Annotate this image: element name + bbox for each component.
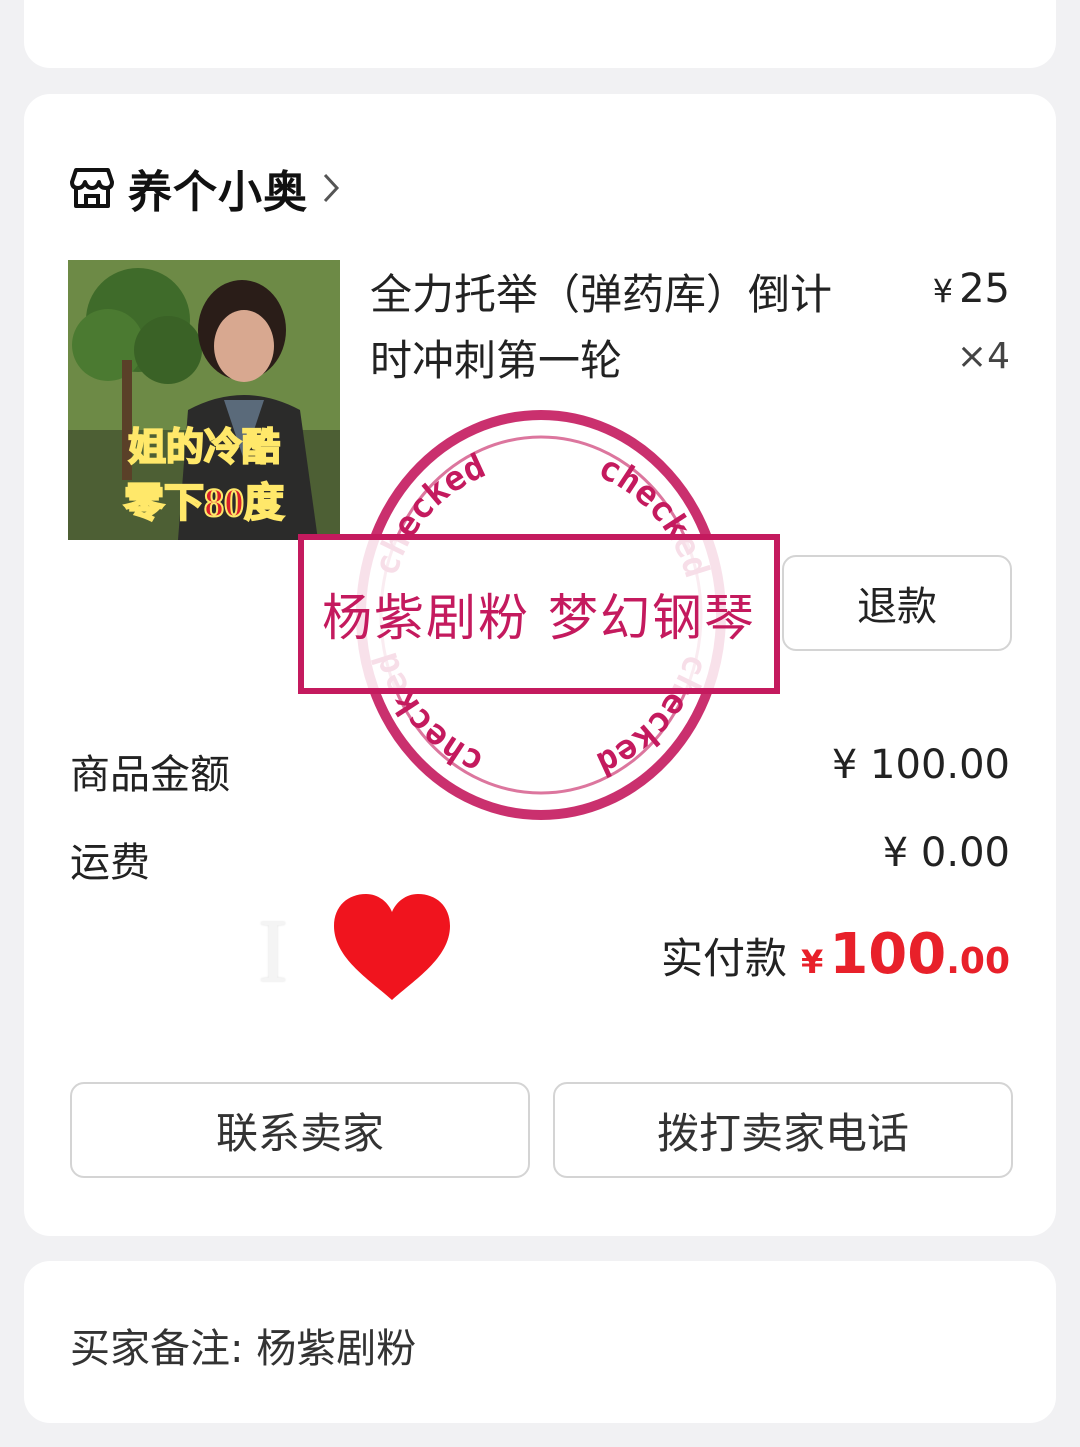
price-currency: ¥ [932,272,954,310]
call-seller-button[interactable]: 拨打卖家电话 [553,1082,1013,1178]
paid-currency: ¥ [801,943,824,981]
shop-name[interactable]: 养个小奥 [128,156,308,220]
goods-amount-label: 商品金额 [70,752,230,798]
goods-amount-value: ¥ 100.00 [831,742,1010,788]
stamp-label-box: 杨紫剧粉 梦幻钢琴 [298,534,780,694]
previous-card [24,0,1056,68]
store-icon [70,168,114,208]
heart-icon [334,894,450,1000]
paid-amount: 实付款 ¥ 100 .00 [661,922,1010,987]
paid-decimal: .00 [946,941,1010,982]
contact-seller-button[interactable]: 联系卖家 [70,1082,530,1178]
refund-button[interactable]: 退款 [782,555,1012,651]
product-title[interactable]: 全力托举（弹药库）倒计时冲刺第一轮 [370,262,840,394]
image-caption-line1: 姐的冷酷 [128,427,280,469]
buyer-note: 买家备注: 杨紫剧粉 [70,1326,417,1372]
stamp-label-text: 杨紫剧粉 梦幻钢琴 [322,589,756,647]
product-quantity: ×4 [956,336,1010,377]
shipping-value: ¥ 0.00 [882,830,1010,876]
shipping-label: 运费 [70,840,150,886]
chevron-right-icon [323,173,340,203]
price-value: 25 [959,266,1010,312]
paid-label: 实付款 [661,934,788,983]
love-text: I [258,902,288,1001]
image-caption-line2: 零下80度 [124,480,284,525]
product-price: ¥25 [933,266,1010,312]
shop-header[interactable]: 养个小奥 [68,158,340,218]
paid-integer: 100 [829,922,947,987]
